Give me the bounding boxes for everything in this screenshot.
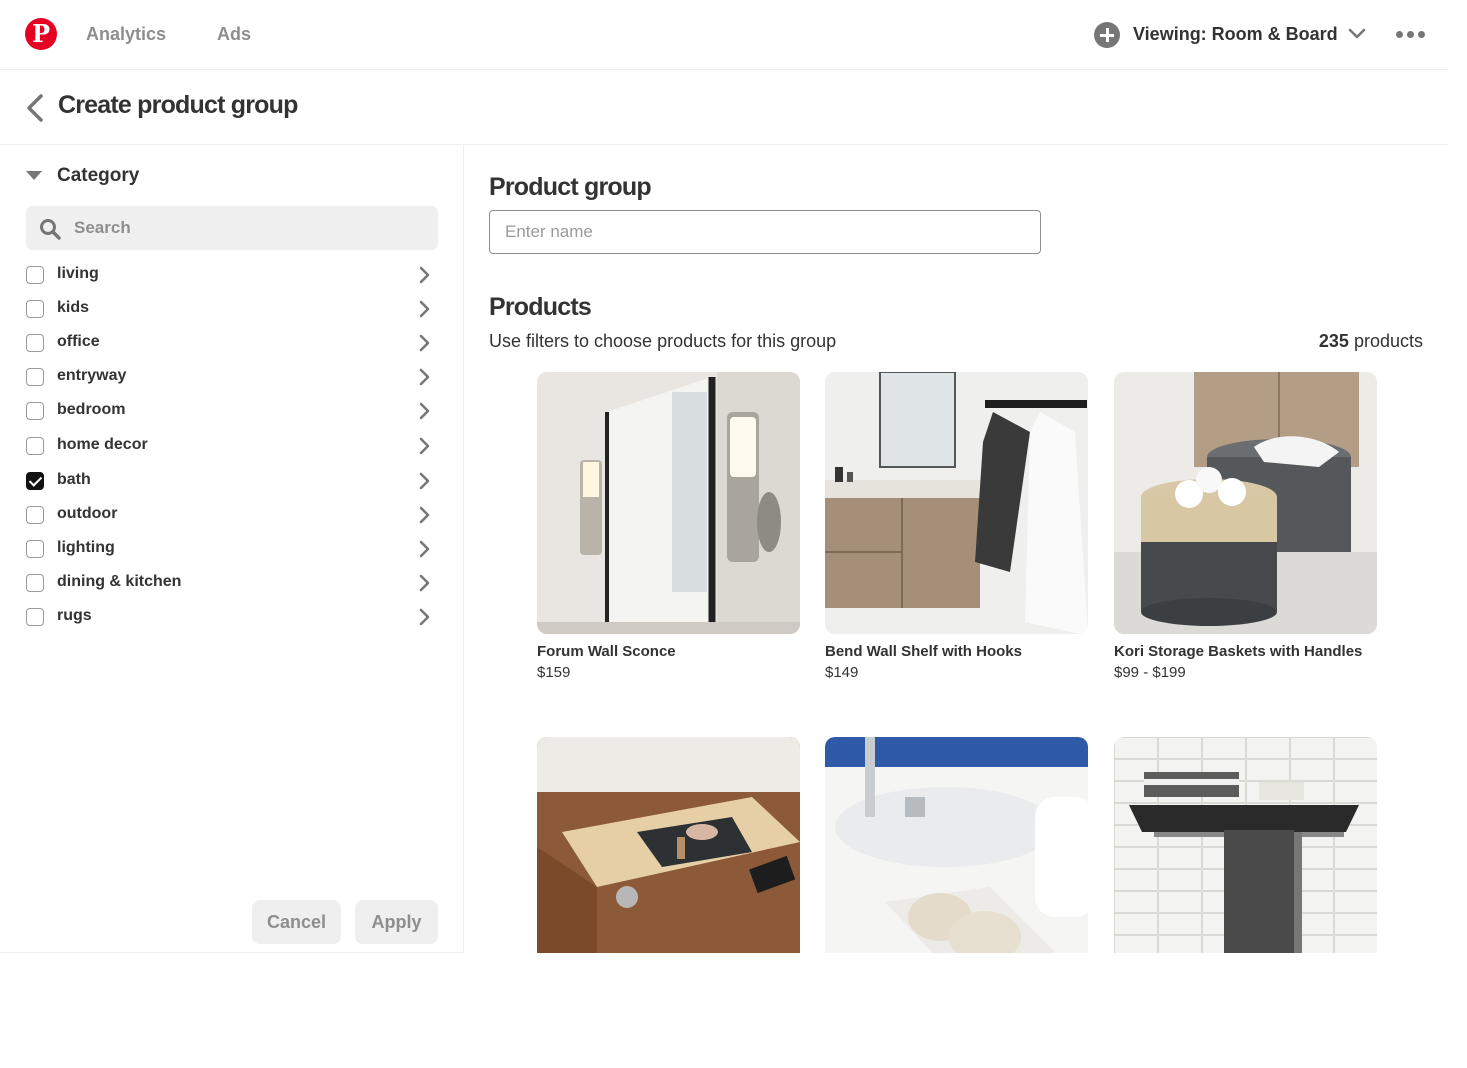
filter-sidebar: Category living kids office entryway	[0, 145, 464, 953]
product-group-name-input[interactable]	[489, 210, 1041, 254]
product-title[interactable]: Kori Storage Baskets with Handles	[1114, 643, 1377, 660]
product-image-wall-shelf[interactable]	[825, 372, 1088, 634]
checkbox[interactable]	[26, 506, 44, 524]
chevron-right-icon[interactable]	[418, 300, 430, 318]
product-image-soap-dish[interactable]	[825, 737, 1088, 953]
category-label: bath	[57, 471, 91, 488]
main-panel: Product group Products Use filters to ch…	[465, 145, 1448, 953]
product-group-heading: Product group	[489, 173, 652, 201]
product-card[interactable]: Bend Wall Shelf with Hooks $149	[825, 372, 1088, 681]
product-price: $149	[825, 664, 859, 681]
category-search[interactable]	[26, 206, 438, 250]
chevron-down-icon[interactable]	[1348, 28, 1366, 40]
category-item-bedroom[interactable]: bedroom	[0, 395, 464, 425]
product-card[interactable]	[1114, 737, 1377, 953]
checkbox[interactable]	[26, 437, 44, 455]
product-price: $159	[537, 664, 571, 681]
category-label: office	[57, 333, 100, 350]
chevron-right-icon[interactable]	[418, 402, 430, 420]
apply-button[interactable]: Apply	[355, 900, 438, 944]
products-count: 235 products	[1205, 331, 1423, 352]
account-switcher[interactable]: Viewing: Room & Board	[1133, 24, 1338, 45]
category-label: kids	[57, 299, 90, 316]
nav-ads[interactable]: Ads	[217, 24, 251, 45]
chevron-right-icon[interactable]	[418, 437, 430, 455]
checkbox[interactable]	[26, 300, 44, 318]
page-header: Create product group	[0, 71, 1448, 145]
checkbox[interactable]	[26, 402, 44, 420]
product-image-towel-rack[interactable]	[1114, 737, 1377, 953]
category-item-bath[interactable]: bath	[0, 465, 464, 495]
category-item-living[interactable]: living	[0, 259, 464, 289]
category-label: outdoor	[57, 505, 118, 522]
category-label: entryway	[57, 367, 127, 384]
products-heading: Products	[489, 293, 592, 321]
checkbox[interactable]	[26, 540, 44, 558]
product-card[interactable]	[537, 737, 800, 953]
search-input[interactable]	[74, 206, 424, 250]
plus-circle-icon[interactable]	[1094, 22, 1120, 48]
cancel-button[interactable]: Cancel	[252, 900, 341, 944]
checkbox[interactable]	[26, 574, 44, 592]
category-label: lighting	[57, 539, 115, 556]
category-label: dining & kitchen	[57, 573, 182, 590]
more-options-icon[interactable]	[1396, 31, 1426, 39]
chevron-right-icon[interactable]	[418, 574, 430, 592]
category-item-dining-kitchen[interactable]: dining & kitchen	[0, 567, 464, 597]
chevron-right-icon[interactable]	[418, 506, 430, 524]
chevron-right-icon[interactable]	[418, 334, 430, 352]
category-label: bedroom	[57, 401, 126, 418]
products-count-suffix: products	[1348, 331, 1423, 351]
category-item-home-decor[interactable]: home decor	[0, 430, 464, 460]
checkbox[interactable]	[26, 608, 44, 626]
product-title[interactable]: Bend Wall Shelf with Hooks	[825, 643, 1088, 660]
product-card[interactable]: Kori Storage Baskets with Handles $99 - …	[1114, 372, 1377, 681]
product-card[interactable]	[825, 737, 1088, 953]
nav-analytics[interactable]: Analytics	[86, 24, 166, 45]
category-heading[interactable]: Category	[57, 165, 139, 187]
chevron-right-icon[interactable]	[418, 368, 430, 386]
category-item-lighting[interactable]: lighting	[0, 533, 464, 563]
chevron-right-icon[interactable]	[418, 608, 430, 626]
back-arrow-icon[interactable]	[24, 93, 46, 123]
category-label: living	[57, 265, 99, 282]
category-item-rugs[interactable]: rugs	[0, 601, 464, 631]
product-card[interactable]: Forum Wall Sconce $159	[537, 372, 800, 681]
chevron-right-icon[interactable]	[418, 472, 430, 490]
products-count-number: 235	[1318, 331, 1349, 351]
chevron-right-icon[interactable]	[418, 540, 430, 558]
category-item-kids[interactable]: kids	[0, 293, 464, 323]
pinterest-logo-icon[interactable]: P	[25, 18, 57, 50]
product-image-drawer-organizer[interactable]	[537, 737, 800, 953]
category-label: home decor	[57, 436, 148, 453]
page-title: Create product group	[58, 91, 298, 119]
products-subtitle: Use filters to choose products for this …	[489, 331, 837, 351]
product-image-wall-sconce[interactable]	[537, 372, 800, 634]
category-label: rugs	[57, 607, 92, 624]
chevron-right-icon[interactable]	[418, 266, 430, 284]
product-image-storage-baskets[interactable]	[1114, 372, 1377, 634]
product-title[interactable]: Forum Wall Sconce	[537, 643, 800, 660]
search-icon	[40, 219, 61, 240]
checkbox[interactable]	[26, 334, 44, 352]
category-item-outdoor[interactable]: outdoor	[0, 499, 464, 529]
product-price: $99 - $199	[1114, 664, 1186, 681]
checkbox-checked[interactable]	[26, 472, 44, 490]
category-item-entryway[interactable]: entryway	[0, 361, 464, 391]
checkbox[interactable]	[26, 368, 44, 386]
checkbox[interactable]	[26, 266, 44, 284]
category-item-office[interactable]: office	[0, 327, 464, 357]
top-bar: P Analytics Ads Viewing: Room & Board	[0, 0, 1448, 70]
caret-down-icon[interactable]	[26, 171, 42, 180]
